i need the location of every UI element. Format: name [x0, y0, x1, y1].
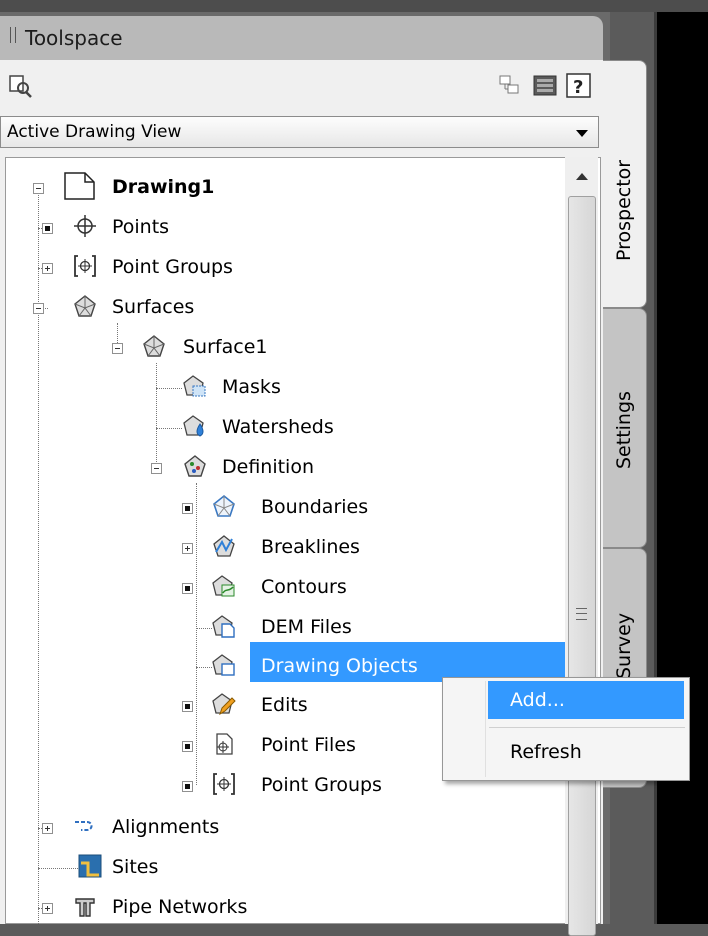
toolspace-title: Toolspace: [25, 26, 123, 50]
tree-node-point-groups[interactable]: Point Groups: [0, 248, 560, 288]
point-groups-icon: [74, 255, 96, 277]
masks-icon: [183, 375, 206, 397]
menu-item-add[interactable]: Add...: [488, 681, 684, 719]
svg-text:?: ?: [573, 77, 583, 98]
points-icon: [74, 215, 96, 237]
tree-node-drawing1[interactable]: Drawing1: [0, 168, 560, 208]
drag-grip-icon[interactable]: [10, 27, 16, 43]
tree-node-points[interactable]: Points: [0, 208, 560, 248]
chevron-down-icon: [576, 130, 588, 137]
tree-node-definition[interactable]: Definition: [0, 448, 560, 488]
tree-node-dem-files[interactable]: DEM Files: [0, 608, 560, 648]
tree-node-contours[interactable]: Contours: [0, 568, 560, 608]
tab-prospector[interactable]: Prospector: [603, 60, 647, 308]
drawing-objects-icon: [212, 654, 235, 676]
tree-node-masks[interactable]: Masks: [0, 368, 560, 408]
drawing-file-icon: [64, 172, 95, 200]
dem-files-icon: [212, 615, 235, 638]
scrollbar-thumb[interactable]: [568, 196, 596, 936]
point-files-icon: [216, 733, 233, 755]
definition-icon: [184, 455, 206, 477]
tree-node-surface1[interactable]: Surface1: [0, 328, 560, 368]
tree-node-sites[interactable]: Sites: [0, 848, 560, 888]
surfaces-icon: [74, 295, 96, 317]
menu-separator: [489, 727, 685, 728]
view-selector-value: Active Drawing View: [7, 122, 182, 142]
grip-icon: [576, 608, 587, 620]
help-icon[interactable]: ?: [566, 73, 592, 99]
menu-item-refresh[interactable]: Refresh: [488, 733, 684, 771]
item-view-icon[interactable]: [8, 74, 34, 98]
sites-icon: [78, 854, 102, 878]
tab-settings[interactable]: Settings: [603, 308, 647, 548]
tree-node-breaklines[interactable]: Breaklines: [0, 528, 560, 568]
watersheds-icon: [183, 415, 204, 437]
tree-node-surfaces[interactable]: Surfaces: [0, 288, 560, 328]
browse-icon[interactable]: [498, 74, 522, 98]
alignments-icon: [75, 821, 93, 831]
scroll-up-icon[interactable]: [567, 160, 596, 192]
contours-icon: [212, 575, 235, 597]
menu-icon-gutter: [485, 681, 486, 777]
breaklines-icon: [213, 535, 235, 557]
boundaries-icon: [213, 494, 235, 517]
drawing-canvas[interactable]: [654, 12, 708, 924]
point-groups-icon: [213, 773, 235, 795]
tree-node-boundaries[interactable]: Boundaries: [0, 488, 560, 528]
pipe-networks-icon: [75, 898, 95, 917]
tree-node-watersheds[interactable]: Watersheds: [0, 408, 560, 448]
edits-icon: [212, 693, 236, 716]
panorama-icon[interactable]: [533, 74, 557, 98]
surface-icon: [143, 335, 165, 357]
tree-node-alignments[interactable]: Alignments: [0, 808, 560, 848]
tree-node-pipe-networks[interactable]: Pipe Networks: [0, 888, 560, 928]
window-top-edge: [0, 0, 708, 12]
view-selector-dropdown[interactable]: Active Drawing View: [0, 116, 599, 148]
